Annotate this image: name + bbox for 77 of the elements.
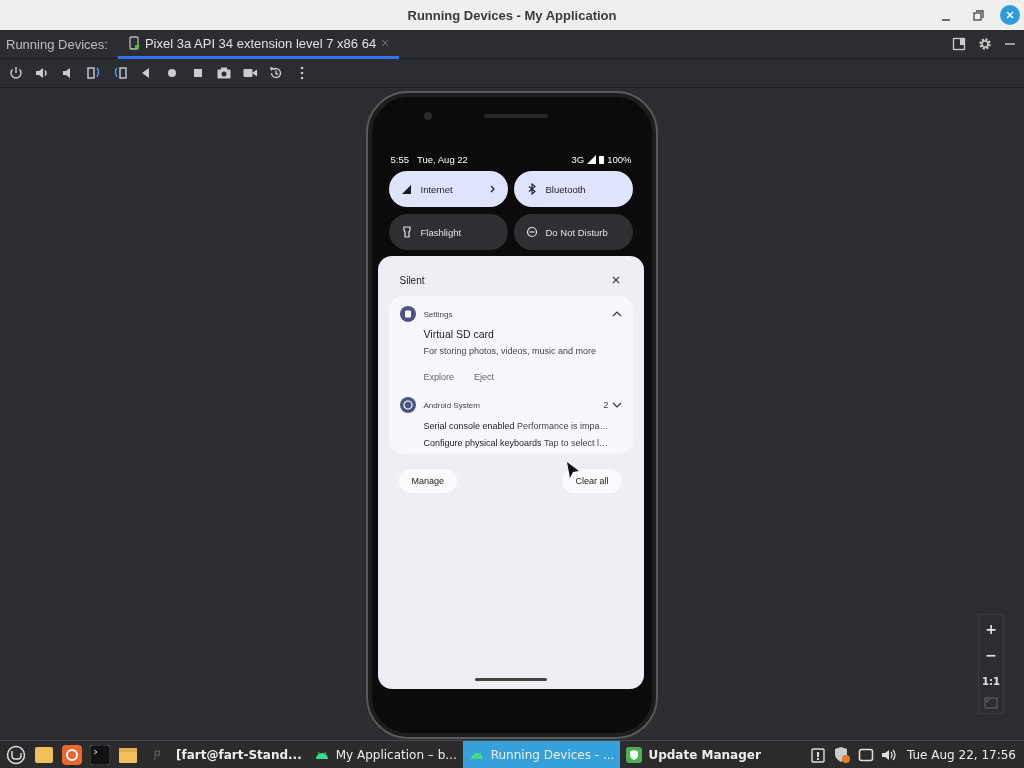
replay-icon [268, 65, 284, 81]
tool-window-label: Running Devices: [5, 35, 109, 54]
browser-button[interactable] [62, 744, 82, 765]
chevron-up-icon [611, 310, 622, 318]
rotate-left-button[interactable] [86, 65, 102, 81]
camera-icon [216, 65, 232, 81]
volume-up-button[interactable] [34, 65, 50, 81]
close-icon [1005, 10, 1015, 20]
fit-screen-icon [984, 697, 998, 709]
app-name: Settings [423, 309, 454, 319]
layout-icon [952, 37, 966, 51]
notification-title: Virtual SD card [423, 328, 495, 340]
window-title: Running Devices - My Application [407, 7, 617, 23]
rotate-right-button[interactable] [112, 65, 128, 81]
phone-icon [127, 36, 140, 50]
network-type: 3G [571, 153, 585, 165]
signal-icon [400, 183, 413, 195]
flashlight-icon [400, 226, 413, 238]
expand-button[interactable] [611, 310, 622, 318]
chevron-right-icon [489, 185, 496, 193]
rotate-right-icon [112, 65, 128, 81]
replay-button[interactable] [268, 65, 284, 81]
panel-button[interactable]: Clear all [562, 469, 622, 493]
zoom-button[interactable]: 1:1 [980, 671, 1002, 691]
do-not-disturb-icon [525, 226, 538, 238]
rotate-left-icon [86, 65, 102, 81]
terminal-button[interactable] [90, 744, 110, 765]
camera-lens-icon [422, 111, 433, 121]
status-time: 5:55 [390, 153, 409, 165]
taskbar-item[interactable]: My Application – b... [307, 741, 463, 768]
cursor-icon [565, 461, 580, 479]
clipboard-icon [809, 746, 826, 763]
battery-icon [599, 154, 605, 164]
zoom-button[interactable]: − [980, 645, 1002, 665]
maximize-icon [972, 9, 984, 21]
app-name: Android System [423, 400, 481, 410]
signal-icon [587, 154, 597, 164]
action-button[interactable]: Explore [423, 372, 454, 382]
action-button[interactable]: Eject [474, 372, 495, 382]
menu-icon [6, 744, 26, 765]
notification-line[interactable]: Serial console enabled Performance is impa… [423, 421, 622, 431]
quick-settings-tile[interactable]: Do Not Disturb [513, 214, 633, 250]
quick-settings-tile[interactable]: Bluetooth [513, 171, 633, 207]
quick-settings-tile[interactable]: Flashlight [388, 214, 508, 250]
settings-icon [978, 37, 992, 51]
panel-button[interactable]: Manage [398, 469, 458, 493]
chevron-down-icon [611, 401, 622, 409]
zoom-button[interactable]: + [980, 619, 1002, 639]
battery-level: 100% [607, 153, 632, 165]
power-icon [8, 65, 24, 81]
minimize-icon [941, 19, 951, 21]
taskbar-item[interactable]: Update Manager [620, 741, 767, 768]
expand-button[interactable]: 2 [603, 400, 622, 410]
status-date: Tue, Aug 22 [417, 153, 468, 165]
menu-button[interactable] [6, 744, 26, 765]
browser-icon [62, 744, 82, 765]
speaker-grille-icon [483, 113, 548, 119]
power-button[interactable] [8, 65, 24, 81]
folder-icon [34, 744, 54, 765]
taskbar-item[interactable]: [fart@fart-Stand... [170, 741, 308, 768]
shield-icon [626, 746, 643, 763]
folder-button[interactable] [34, 744, 54, 765]
window-icon [857, 746, 874, 763]
camera-button[interactable] [216, 65, 232, 81]
quick-settings-tile[interactable]: Internet [388, 171, 508, 207]
volume-up-icon [34, 65, 50, 81]
close-icon [381, 39, 390, 47]
section-header: Silent [399, 274, 425, 286]
notification-text: For storing photos, videos, music and more [423, 346, 598, 356]
android-icon [399, 397, 416, 413]
terminal-flag-icon [154, 749, 162, 760]
home-indicator[interactable] [474, 678, 547, 681]
notification-line[interactable]: Configure physical keyboards Tap to select l… [423, 438, 622, 448]
terminal-icon [90, 744, 110, 765]
app-icon [399, 306, 416, 322]
shield-icon [832, 745, 851, 764]
clock: Tue Aug 22, 17:56 [906, 747, 1016, 762]
